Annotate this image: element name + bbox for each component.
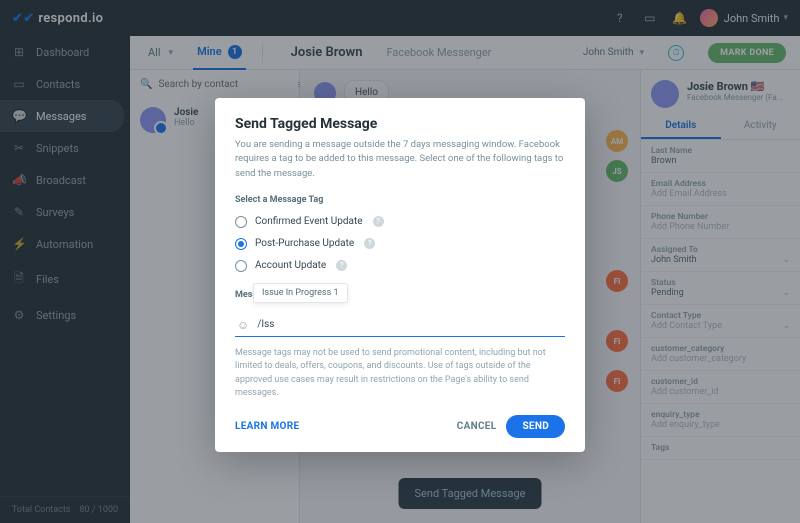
emoji-icon[interactable]: ☺ — [237, 318, 249, 332]
radio-label: Post-Purchase Update — [255, 238, 354, 249]
autocomplete-suggestion[interactable]: Issue In Progress 1 — [253, 283, 348, 303]
radio-account-update[interactable]: Account Update ? — [235, 255, 565, 277]
radio-confirmed-event-update[interactable]: Confirmed Event Update ? — [235, 211, 565, 233]
select-tag-label: Select a Message Tag — [235, 195, 565, 205]
learn-more-link[interactable]: LEARN MORE — [235, 421, 299, 432]
radio-icon — [235, 216, 247, 228]
modal-description: You are sending a message outside the 7 … — [235, 138, 565, 181]
radio-post-purchase-update[interactable]: Post-Purchase Update ? — [235, 233, 565, 255]
send-tagged-message-modal: Send Tagged Message You are sending a me… — [215, 98, 585, 452]
help-icon[interactable]: ? — [373, 216, 384, 227]
help-icon[interactable]: ? — [336, 260, 347, 271]
modal-title: Send Tagged Message — [235, 116, 565, 132]
send-button[interactable]: SEND — [506, 415, 565, 438]
radio-label: Account Update — [255, 260, 326, 271]
radio-label: Confirmed Event Update — [255, 216, 363, 227]
help-icon[interactable]: ? — [364, 238, 375, 249]
message-input[interactable] — [257, 319, 563, 330]
radio-icon — [235, 238, 247, 250]
cancel-button[interactable]: CANCEL — [457, 421, 497, 432]
modal-disclaimer: Message tags may not be used to send pro… — [235, 347, 565, 401]
radio-icon — [235, 260, 247, 272]
